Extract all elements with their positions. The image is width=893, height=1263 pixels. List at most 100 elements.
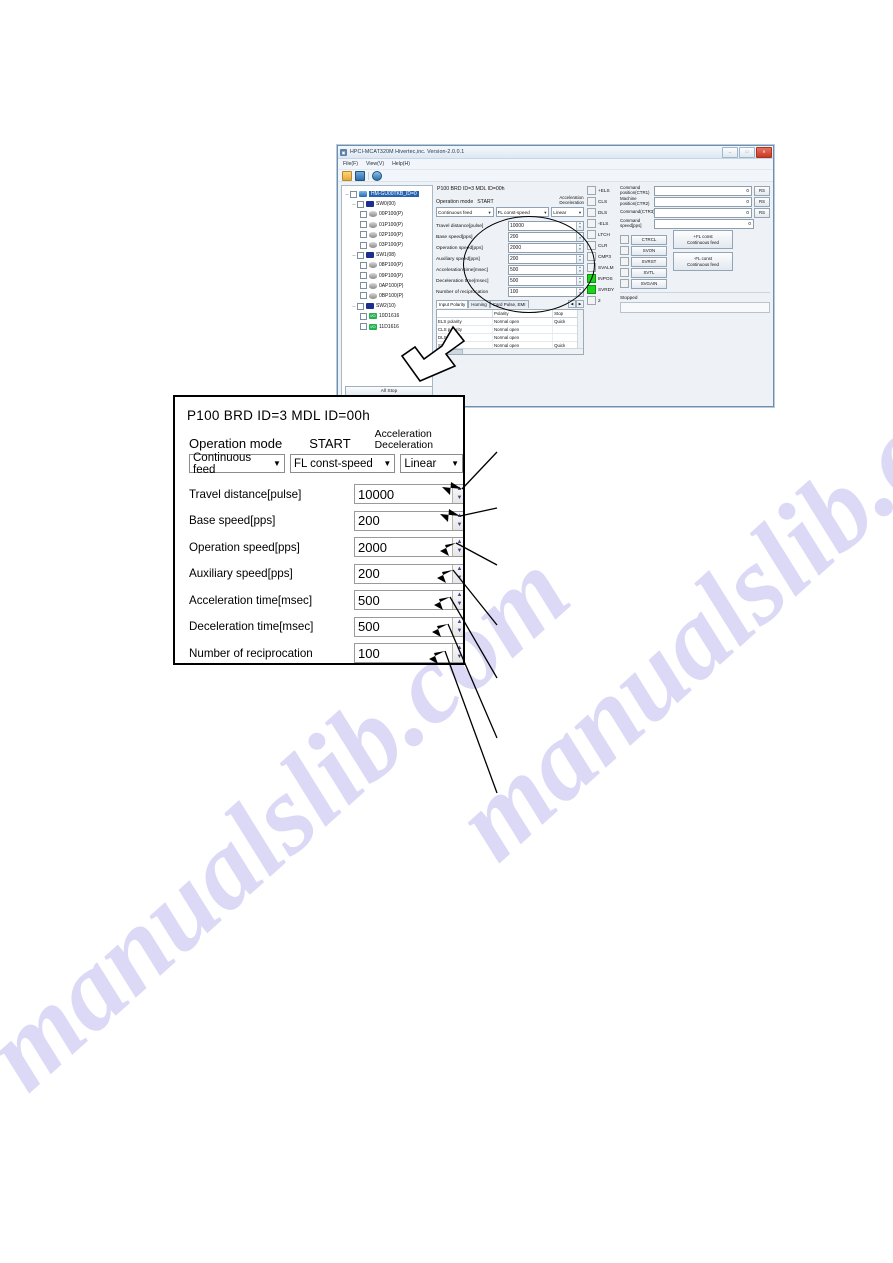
tree-checkbox[interactable] bbox=[360, 210, 367, 218]
window-controls[interactable]: – □ ✕ bbox=[722, 147, 772, 158]
minimize-button[interactable]: – bbox=[722, 147, 738, 158]
table-row[interactable]: ELS polarity Normal open Quick bbox=[437, 317, 583, 326]
tree-row-sw2[interactable]: ─ SW2(10) bbox=[344, 301, 430, 311]
minus-fl-continuous-feed-button[interactable]: -FL const Continuous feed bbox=[673, 252, 733, 271]
tree-row-sw1[interactable]: ─ SW1(08) bbox=[344, 250, 430, 260]
tree-checkbox[interactable] bbox=[360, 241, 367, 249]
table-horizontal-scrollbar[interactable] bbox=[437, 348, 583, 354]
tab-card-pulse-emi[interactable]: Card Pulse, EMI bbox=[489, 300, 529, 308]
callout-base-speed-input[interactable]: 200 ▲ ▼ bbox=[354, 510, 463, 531]
tab-input-polarity[interactable]: Input Polarity bbox=[436, 300, 469, 308]
base-speed-input[interactable]: 200 ▲ ▼ bbox=[508, 232, 584, 242]
tree-row-root[interactable]: ─ HM-GU00TKB_ID=0 bbox=[344, 189, 430, 199]
command-position-value[interactable]: 0 bbox=[654, 185, 752, 196]
deceleration-time-input[interactable]: 500 ▲ ▼ bbox=[508, 276, 584, 286]
table-row[interactable]: CLS polarity Normal open bbox=[437, 325, 583, 334]
tree-row-module[interactable]: 0AP100(P) bbox=[344, 281, 430, 291]
tree-checkbox[interactable] bbox=[360, 272, 367, 280]
spinner[interactable]: ▲ ▼ bbox=[452, 564, 463, 583]
tree-checkbox[interactable] bbox=[360, 282, 367, 290]
operation-mode-select[interactable]: Continuous feed ▼ bbox=[436, 207, 494, 217]
tab-homing[interactable]: Homing bbox=[468, 300, 490, 308]
menu-item-file[interactable]: File(F) bbox=[343, 161, 358, 167]
acceleration-time-input[interactable]: 500 ▲ ▼ bbox=[508, 265, 584, 275]
spinner[interactable]: ▲ ▼ bbox=[576, 222, 583, 230]
tree-checkbox[interactable] bbox=[360, 261, 367, 269]
reset-button[interactable]: RS bbox=[754, 207, 770, 218]
maximize-button[interactable]: □ bbox=[739, 147, 755, 158]
svtl-button[interactable]: SVTL bbox=[631, 267, 667, 278]
menu-item-view[interactable]: View(V) bbox=[366, 161, 384, 167]
spinner[interactable]: ▲ ▼ bbox=[452, 644, 463, 663]
spinner[interactable]: ▲ ▼ bbox=[452, 617, 463, 636]
reset-button[interactable]: RS bbox=[754, 196, 770, 207]
svrst-button[interactable]: SVRST bbox=[631, 256, 667, 267]
tree-row-module[interactable]: 00P100(P) bbox=[344, 209, 430, 219]
command-ctr3-value[interactable]: 0 bbox=[654, 207, 752, 218]
callout-operation-speed-input[interactable]: 2000 ▲ ▼ bbox=[354, 537, 463, 558]
cell-polarity[interactable]: Normal open bbox=[492, 325, 554, 334]
cell-polarity[interactable]: Normal open bbox=[492, 333, 554, 342]
operation-speed-input[interactable]: 2000 ▲ ▼ bbox=[508, 243, 584, 253]
accel-curve-select[interactable]: Linear ▼ bbox=[551, 207, 584, 217]
spinner[interactable]: ▲ ▼ bbox=[576, 288, 583, 296]
callout-auxiliary-speed-input[interactable]: 200 ▲ ▼ bbox=[354, 563, 463, 584]
save-icon[interactable] bbox=[355, 170, 365, 181]
reset-button[interactable]: RS bbox=[754, 185, 770, 196]
reciprocation-count-input[interactable]: 100 ▲ ▼ bbox=[508, 287, 584, 297]
callout-deceleration-time-input[interactable]: 500 ▲ ▼ bbox=[354, 616, 463, 637]
callout-acceleration-time-input[interactable]: 500 ▲ ▼ bbox=[354, 590, 463, 611]
cell-polarity[interactable]: Normal open bbox=[492, 317, 554, 326]
tab-scroll-arrows[interactable]: ◀ ▶ bbox=[568, 300, 584, 308]
tree-row-sw0[interactable]: ─ SW0(00) bbox=[344, 199, 430, 209]
close-button[interactable]: ✕ bbox=[756, 147, 772, 158]
callout-start-mode-select[interactable]: FL const-speed ▼ bbox=[289, 454, 396, 473]
tree-row-module[interactable]: 08P100(P) bbox=[344, 260, 430, 270]
spinner[interactable]: ▲ ▼ bbox=[576, 277, 583, 285]
spinner[interactable]: ▲ ▼ bbox=[576, 266, 583, 274]
tree-checkbox[interactable] bbox=[360, 221, 367, 229]
tree-checkbox[interactable] bbox=[350, 190, 357, 198]
ctrcl-button[interactable]: CTRCL bbox=[631, 234, 667, 245]
tree-row-module[interactable]: 02P100(P) bbox=[344, 230, 430, 240]
tree-checkbox[interactable] bbox=[360, 323, 367, 331]
spinner[interactable]: ▲ ▼ bbox=[576, 244, 583, 252]
start-mode-select[interactable]: FL const-speed ▼ bbox=[495, 207, 550, 217]
tree-row-module[interactable]: I/O 11D1616 bbox=[344, 321, 430, 331]
tree-row-module[interactable]: 01P100(P) bbox=[344, 220, 430, 230]
spinner[interactable]: ▲ ▼ bbox=[576, 233, 583, 241]
tree-checkbox[interactable] bbox=[357, 302, 364, 310]
tree-checkbox[interactable] bbox=[360, 231, 367, 239]
tree-row-module[interactable]: 0BP100(P) bbox=[344, 291, 430, 301]
scrollbar-thumb[interactable] bbox=[443, 348, 463, 354]
tab-next-icon[interactable]: ▶ bbox=[576, 300, 584, 308]
device-tree[interactable]: ─ HM-GU00TKB_ID=0 ─ SW0(00) 00P100(P) 01… bbox=[341, 185, 433, 401]
callout-travel-distance-input[interactable]: 10000 ▲ ▼ bbox=[354, 484, 463, 505]
tree-row-module[interactable]: I/O 10D1616 bbox=[344, 311, 430, 321]
table-row[interactable]: DLS polarity Normal open bbox=[437, 333, 583, 342]
spinner[interactable]: ▲ ▼ bbox=[576, 255, 583, 263]
travel-distance-input[interactable]: 10000 ▲ ▼ bbox=[508, 221, 584, 231]
callout-operation-mode-select[interactable]: Continuous feed ▼ bbox=[189, 452, 285, 476]
tree-row-module[interactable]: 09P100(P) bbox=[344, 271, 430, 281]
tree-checkbox[interactable] bbox=[360, 312, 367, 320]
svon-button[interactable]: SVON bbox=[631, 245, 667, 256]
spinner[interactable]: ▲ ▼ bbox=[452, 591, 463, 610]
spinner[interactable]: ▲ ▼ bbox=[452, 485, 463, 504]
callout-reciprocation-count-input[interactable]: 100 ▲ ▼ bbox=[354, 643, 463, 663]
tree-row-module[interactable]: 03P100(P) bbox=[344, 240, 430, 250]
tab-prev-icon[interactable]: ◀ bbox=[568, 300, 576, 308]
spinner[interactable]: ▲ ▼ bbox=[452, 511, 463, 530]
auxiliary-speed-input[interactable]: 200 ▲ ▼ bbox=[508, 254, 584, 264]
open-folder-icon[interactable] bbox=[342, 170, 352, 181]
callout-accel-curve-select[interactable]: Linear ▼ bbox=[400, 454, 463, 473]
plus-fl-continuous-feed-button[interactable]: +FL const Continuous feed bbox=[673, 230, 733, 249]
command-speed-value[interactable]: 0 bbox=[654, 218, 754, 229]
tree-checkbox[interactable] bbox=[357, 251, 364, 259]
svgain-button[interactable]: SVGAIN bbox=[631, 278, 667, 289]
tree-checkbox[interactable] bbox=[360, 292, 367, 300]
tree-checkbox[interactable] bbox=[357, 200, 364, 208]
info-icon[interactable] bbox=[372, 170, 382, 181]
machine-position-value[interactable]: 0 bbox=[654, 196, 752, 207]
menu-item-help[interactable]: Help(H) bbox=[392, 161, 410, 167]
